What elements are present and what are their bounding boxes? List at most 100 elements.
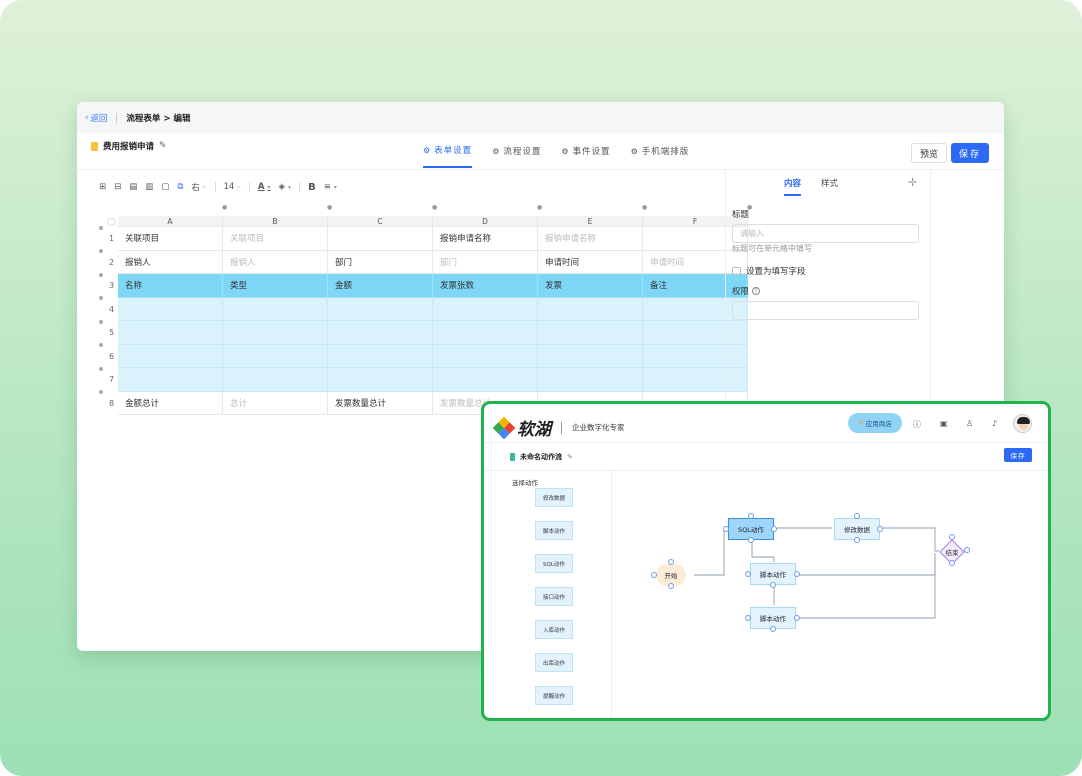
fill-field-checkbox[interactable]: 设置为填写字段 bbox=[732, 265, 806, 277]
row-handle[interactable] bbox=[99, 343, 103, 347]
table-cell[interactable]: 申请时间 bbox=[538, 250, 643, 274]
node-port[interactable] bbox=[745, 615, 751, 621]
action-item[interactable]: 入库动作 bbox=[535, 620, 573, 639]
table-cell[interactable]: 部门 bbox=[433, 250, 538, 274]
table-cell[interactable] bbox=[538, 368, 643, 392]
fill-color-icon[interactable]: ◈ ▾ bbox=[279, 182, 292, 192]
pencil-icon[interactable]: ✎ bbox=[159, 141, 167, 151]
row-number[interactable]: 3 bbox=[105, 274, 118, 298]
table-cell[interactable] bbox=[433, 344, 538, 368]
help-icon[interactable]: ? bbox=[752, 287, 761, 295]
pencil-icon[interactable]: ✎ bbox=[567, 453, 573, 461]
avatar[interactable] bbox=[1013, 414, 1032, 433]
table-cell[interactable] bbox=[223, 297, 328, 321]
row-handle[interactable] bbox=[99, 273, 103, 277]
node-port[interactable] bbox=[748, 513, 754, 519]
app-store-button[interactable]: ✣ 应用商店 bbox=[848, 413, 902, 433]
node-port[interactable] bbox=[770, 582, 776, 588]
table-cell[interactable] bbox=[538, 321, 643, 345]
table-cell[interactable] bbox=[328, 344, 433, 368]
row-handle[interactable] bbox=[99, 296, 103, 300]
node-port[interactable] bbox=[949, 560, 955, 566]
table-cell[interactable]: 总计 bbox=[223, 391, 328, 415]
table-cell[interactable] bbox=[328, 368, 433, 392]
action-item[interactable]: 接口动作 bbox=[535, 587, 573, 606]
insert-column-icon[interactable]: ▥ bbox=[145, 182, 153, 192]
table-cell[interactable] bbox=[223, 321, 328, 345]
row-handle[interactable] bbox=[99, 390, 103, 394]
column-header[interactable]: D bbox=[433, 216, 538, 227]
back-link[interactable]: ‹ 返回 bbox=[85, 112, 107, 124]
node-port[interactable] bbox=[745, 571, 751, 577]
row-number[interactable]: 1 bbox=[105, 227, 118, 251]
table-cell[interactable] bbox=[328, 297, 433, 321]
table-cell[interactable]: 金额总计 bbox=[118, 391, 223, 415]
table-cell[interactable] bbox=[328, 227, 433, 251]
permission-select[interactable] bbox=[732, 301, 919, 320]
table-cell[interactable] bbox=[223, 344, 328, 368]
tab-form-settings[interactable]: ⚙ 表单设置 bbox=[423, 134, 473, 168]
column-header[interactable]: C bbox=[328, 216, 433, 227]
align-select[interactable]: 右 ⌵ bbox=[191, 181, 206, 193]
node-port[interactable] bbox=[668, 583, 674, 589]
table-cell[interactable]: 金额 bbox=[328, 274, 433, 298]
table-cell[interactable] bbox=[118, 297, 223, 321]
table-cell[interactable] bbox=[538, 344, 643, 368]
font-color-button[interactable]: A ▾ bbox=[258, 182, 271, 192]
font-size-select[interactable]: 14 ⌵ bbox=[224, 182, 241, 192]
bold-button[interactable]: B bbox=[308, 182, 316, 193]
node-port[interactable] bbox=[854, 537, 860, 543]
table-cell[interactable] bbox=[328, 321, 433, 345]
row-number[interactable]: 6 bbox=[105, 345, 118, 369]
column-header[interactable]: A bbox=[118, 216, 223, 227]
table-cell[interactable]: 类型 bbox=[223, 274, 328, 298]
table-cell[interactable]: 关联项目 bbox=[118, 227, 223, 251]
table-cell[interactable] bbox=[118, 321, 223, 345]
merge-cells-icon[interactable]: ⊞ bbox=[99, 182, 106, 192]
select-all-icon[interactable]: ◯ bbox=[105, 216, 118, 227]
table-cell[interactable]: 报销人 bbox=[223, 250, 328, 274]
save-button[interactable]: 保存 bbox=[951, 143, 989, 163]
table-cell[interactable]: 报销人 bbox=[118, 250, 223, 274]
table-cell[interactable] bbox=[433, 321, 538, 345]
node-port[interactable] bbox=[748, 537, 754, 543]
text-align-icon[interactable]: ≡ ▾ bbox=[324, 182, 337, 192]
table-cell[interactable]: 部门 bbox=[328, 250, 433, 274]
shirt-icon[interactable]: ♙ bbox=[966, 419, 973, 428]
row-handle[interactable] bbox=[99, 320, 103, 324]
row-handle[interactable] bbox=[99, 249, 103, 253]
table-cell[interactable]: 报销申请名称 bbox=[538, 227, 643, 251]
table-cell[interactable] bbox=[223, 368, 328, 392]
table-cell[interactable]: 发票 bbox=[538, 274, 643, 298]
action-item[interactable]: SQL动作 bbox=[535, 554, 573, 573]
table-cell[interactable]: 发票数量总计 bbox=[328, 391, 433, 415]
row-handle[interactable] bbox=[99, 367, 103, 371]
action-item[interactable]: 修改数据 bbox=[535, 488, 573, 507]
table-cell[interactable] bbox=[433, 368, 538, 392]
split-cells-icon[interactable]: ⊟ bbox=[114, 182, 121, 192]
column-header[interactable]: B bbox=[223, 216, 328, 227]
preview-button[interactable]: 预览 bbox=[911, 143, 947, 163]
node-port[interactable] bbox=[651, 572, 657, 578]
table-cell[interactable]: 关联项目 bbox=[223, 227, 328, 251]
node-port[interactable] bbox=[794, 571, 800, 577]
message-icon[interactable]: ▣ bbox=[940, 419, 948, 428]
row-number[interactable]: 8 bbox=[105, 392, 118, 416]
move-icon[interactable]: ✛ bbox=[908, 176, 917, 189]
table-cell[interactable] bbox=[433, 297, 538, 321]
table-cell[interactable]: 名称 bbox=[118, 274, 223, 298]
table-cell[interactable] bbox=[538, 297, 643, 321]
table-cell[interactable] bbox=[118, 344, 223, 368]
row-number[interactable]: 4 bbox=[105, 298, 118, 322]
node-port[interactable] bbox=[723, 526, 729, 532]
node-port[interactable] bbox=[668, 559, 674, 565]
node-port[interactable] bbox=[770, 626, 776, 632]
row-number[interactable]: 7 bbox=[105, 368, 118, 392]
row-number[interactable]: 5 bbox=[105, 321, 118, 345]
clear-format-icon[interactable]: ▢ bbox=[161, 182, 169, 192]
table-cell[interactable]: 报销申请名称 bbox=[433, 227, 538, 251]
action-item[interactable]: 提醒动作 bbox=[535, 686, 573, 705]
node-port[interactable] bbox=[949, 534, 955, 540]
table-cell[interactable] bbox=[118, 368, 223, 392]
save-flow-button[interactable]: 保存 bbox=[1004, 448, 1032, 462]
